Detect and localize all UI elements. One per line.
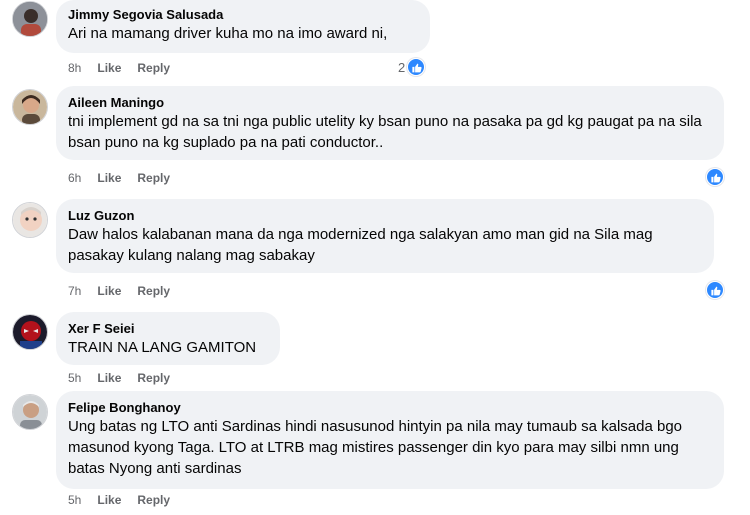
like-thumb-icon: [706, 281, 724, 299]
comment-author[interactable]: Aileen Maningo: [68, 94, 712, 111]
like-button[interactable]: Like: [97, 370, 121, 386]
comment-time[interactable]: 8h: [68, 60, 81, 76]
avatar[interactable]: [12, 89, 48, 125]
like-thumb-icon: [706, 168, 724, 186]
like-button[interactable]: Like: [97, 170, 121, 186]
avatar[interactable]: [12, 394, 48, 430]
avatar[interactable]: [12, 202, 48, 238]
like-button[interactable]: Like: [97, 283, 121, 299]
comment-text: tni implement gd na sa tni nga public ut…: [68, 113, 706, 151]
like-button[interactable]: Like: [97, 60, 121, 76]
comment-bubble: Jimmy Segovia Salusada Ari na mamang dri…: [56, 0, 430, 53]
avatar[interactable]: [12, 314, 48, 350]
comment-time[interactable]: 6h: [68, 170, 81, 186]
comment-time[interactable]: 5h: [68, 370, 81, 386]
comment-text: Daw halos kalabanan mana da nga moderniz…: [68, 226, 657, 264]
avatar[interactable]: [12, 1, 48, 37]
comment-actions: 5h Like Reply: [68, 492, 186, 508]
comment-text: TRAIN NA LANG GAMITON: [68, 339, 257, 356]
comment-actions: 8h Like Reply: [68, 60, 186, 76]
comment-bubble: Felipe Bonghanoy Ung batas ng LTO anti S…: [56, 391, 724, 489]
comment-author[interactable]: Felipe Bonghanoy: [68, 399, 712, 416]
comment-text: Ari na mamang driver kuha mo na imo awar…: [68, 25, 388, 42]
reaction-summary[interactable]: 2: [398, 58, 426, 76]
reaction-count: 2: [398, 59, 406, 75]
like-thumb-icon: [407, 58, 426, 76]
comment-text: Ung batas ng LTO anti Sardinas hindi nas…: [68, 418, 687, 477]
reply-button[interactable]: Reply: [137, 170, 170, 186]
comment-bubble: Aileen Maningo tni implement gd na sa tn…: [56, 86, 724, 160]
comment-author[interactable]: Xer F Seiei: [68, 320, 268, 337]
comment-time[interactable]: 7h: [68, 283, 81, 299]
comment-bubble: Xer F Seiei TRAIN NA LANG GAMITON: [56, 312, 280, 365]
comment-author[interactable]: Luz Guzon: [68, 207, 702, 224]
comment-bubble: Luz Guzon Daw halos kalabanan mana da ng…: [56, 199, 714, 273]
comment-actions: 7h Like Reply: [68, 283, 186, 299]
reply-button[interactable]: Reply: [137, 283, 170, 299]
like-button[interactable]: Like: [97, 492, 121, 508]
reaction-summary[interactable]: [704, 281, 724, 299]
reply-button[interactable]: Reply: [137, 60, 170, 76]
reaction-summary[interactable]: [704, 168, 724, 186]
comment-actions: 6h Like Reply: [68, 170, 186, 186]
reply-button[interactable]: Reply: [137, 370, 170, 386]
comment-actions: 5h Like Reply: [68, 370, 186, 386]
reply-button[interactable]: Reply: [137, 492, 170, 508]
comment-author[interactable]: Jimmy Segovia Salusada: [68, 6, 418, 23]
comment-time[interactable]: 5h: [68, 492, 81, 508]
